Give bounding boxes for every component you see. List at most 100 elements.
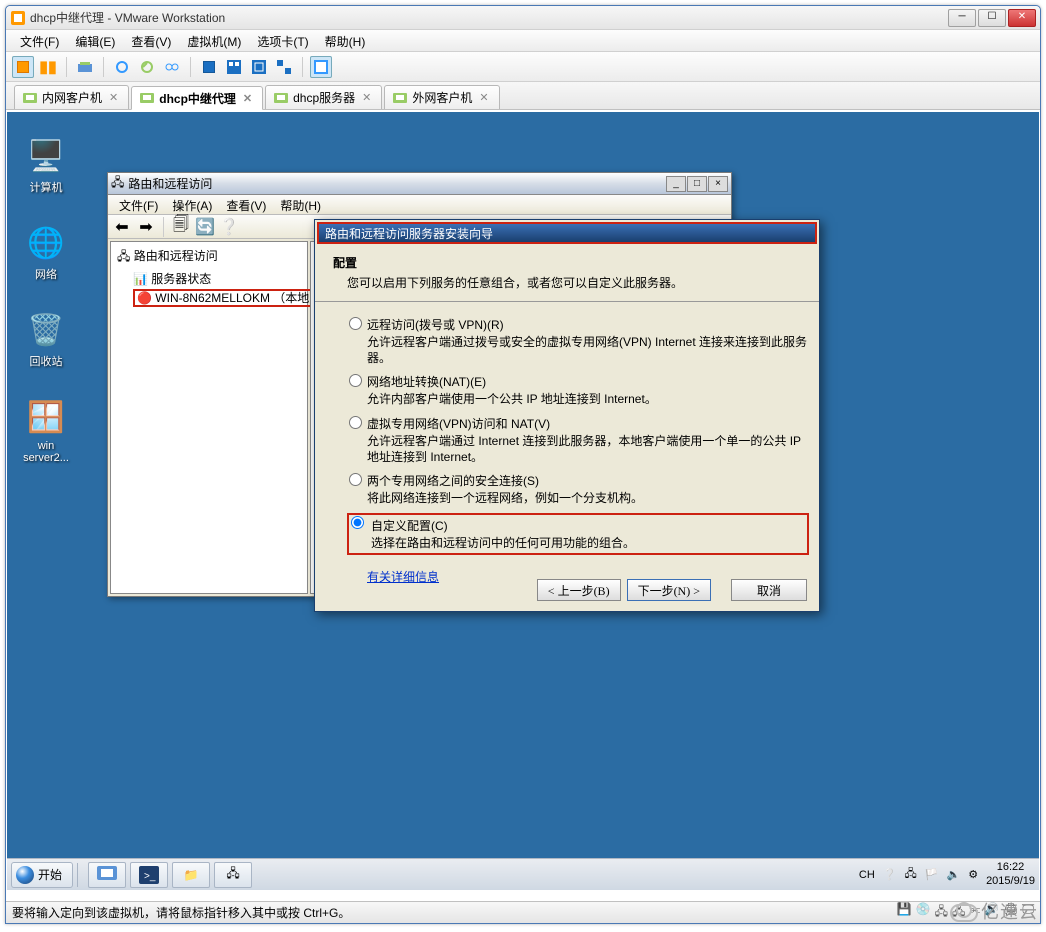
tab-close-icon[interactable]: ✕: [107, 91, 120, 104]
radio-vpnnat[interactable]: [349, 416, 362, 429]
tree-server-status[interactable]: 📊 服务器状态: [131, 269, 303, 288]
mmc-titlebar[interactable]: 🖧 路由和远程访问 _ □ ×: [108, 173, 731, 195]
vmware-titlebar: dhcp中继代理 - VMware Workstation ─ ☐ ✕: [6, 6, 1040, 30]
wizard-cancel-button[interactable]: 取消: [731, 579, 807, 601]
wizard-option-custom[interactable]: 自定义配置(C) 选择在路由和远程访问中的任何可用功能的组合。: [347, 513, 809, 555]
mmc-help-button[interactable]: ❔: [218, 216, 240, 238]
start-button[interactable]: 开始: [11, 862, 73, 888]
wizard-option-vpnnat[interactable]: 虚拟专用网络(VPN)访问和 NAT(V) 允许远程客户端通过 Internet…: [367, 415, 809, 465]
tab-close-icon[interactable]: ✕: [477, 91, 490, 104]
tb-view-thumbnail[interactable]: [223, 56, 245, 78]
desktop-icon-winserver[interactable]: 🪟win server2...: [15, 397, 77, 464]
wizard-next-button[interactable]: 下一步(N) >: [627, 579, 711, 601]
vm-tab-1[interactable]: dhcp中继代理✕: [131, 86, 263, 110]
wizard-title: 路由和远程访问服务器安装向导: [317, 222, 817, 244]
tray-clock[interactable]: 16:222015/9/19: [986, 861, 1035, 887]
vmware-close-button[interactable]: ✕: [1008, 9, 1036, 27]
vmware-title: dhcp中继代理 - VMware Workstation: [30, 9, 948, 26]
vm-tab-3[interactable]: 外网客户机✕: [384, 85, 499, 109]
mmc-tree[interactable]: 🖧 路由和远程访问 📊 服务器状态 🔴 WIN-8N62MELLOKM （本地）: [110, 241, 308, 594]
mmc-maximize-button[interactable]: □: [687, 176, 707, 192]
windows-icon: 🪟: [23, 397, 69, 437]
tb-library[interactable]: [74, 56, 96, 78]
menu-file[interactable]: 文件(F): [12, 30, 67, 51]
system-tray: CH ❔ 🖧 🏳️ 🔈 ⚙ 16:222015/9/19: [859, 861, 1035, 887]
taskbar-powershell[interactable]: >_: [130, 862, 168, 888]
radio-nat[interactable]: [349, 374, 362, 387]
wizard-dialog: 路由和远程访问服务器安装向导 配置 您可以启用下列服务的任意组合，或者您可以自定…: [314, 219, 820, 612]
menu-tabs[interactable]: 选项卡(T): [249, 30, 316, 51]
mmc-close-button[interactable]: ×: [708, 176, 728, 192]
menu-edit[interactable]: 编辑(E): [67, 30, 123, 51]
vmware-icon: [10, 10, 26, 26]
wizard-more-link[interactable]: 有关详细信息: [367, 568, 439, 585]
tree-root[interactable]: 🖧 路由和远程访问: [115, 246, 303, 269]
watermark: 亿速云: [950, 898, 1038, 924]
vmware-maximize-button[interactable]: ☐: [978, 9, 1006, 27]
lang-indicator[interactable]: CH: [859, 869, 875, 881]
tb-unity[interactable]: [273, 56, 295, 78]
vmware-minimize-button[interactable]: ─: [948, 9, 976, 27]
desktop-icons: 🖥️计算机 🌐网络 🗑️回收站 🪟win server2...: [15, 136, 77, 464]
radio-secure[interactable]: [349, 473, 362, 486]
tab-close-icon[interactable]: ✕: [360, 91, 373, 104]
tray-network-icon[interactable]: 🖧: [905, 865, 917, 884]
mmc-menu-action[interactable]: 操作(A): [165, 195, 219, 214]
computer-icon: 🖥️: [23, 136, 69, 176]
tb-pause[interactable]: ▮▮: [37, 56, 59, 78]
mmc-back-button[interactable]: ⬅: [111, 216, 133, 238]
vm-tab-0[interactable]: 内网客户机✕: [14, 85, 129, 109]
mmc-menu-view[interactable]: 查看(V): [219, 195, 273, 214]
menu-view[interactable]: 查看(V): [123, 30, 179, 51]
vm-icon: [140, 91, 154, 105]
menu-help[interactable]: 帮助(H): [317, 30, 374, 51]
tb-fullscreen[interactable]: [248, 56, 270, 78]
menu-vm[interactable]: 虚拟机(M): [179, 30, 249, 51]
tb-view-console[interactable]: [198, 56, 220, 78]
wizard-back-button[interactable]: < 上一步(B): [537, 579, 621, 601]
tb-power-on[interactable]: [12, 56, 34, 78]
vm-icon: [393, 91, 407, 105]
vm-tab-2[interactable]: dhcp服务器✕: [265, 85, 382, 109]
vmware-tabs: 内网客户机✕ dhcp中继代理✕ dhcp服务器✕ 外网客户机✕: [6, 82, 1040, 110]
wizard-subheading: 您可以启用下列服务的任意组合，或者您可以自定义此服务器。: [347, 274, 801, 291]
taskbar-server-manager[interactable]: [88, 862, 126, 888]
tray-sound-icon[interactable]: 🔈: [946, 868, 960, 881]
wizard-option-nat[interactable]: 网络地址转换(NAT)(E) 允许内部客户端使用一个公共 IP 地址连接到 In…: [367, 373, 809, 407]
tb-snapshot-take[interactable]: [111, 56, 133, 78]
tray-device-icon[interactable]: ⚙: [968, 868, 978, 881]
mmc-properties-button[interactable]: 🗐: [170, 216, 192, 238]
tb-snapshot-revert[interactable]: [136, 56, 158, 78]
dev-net1-icon[interactable]: 🖧: [935, 902, 948, 923]
tree-server-local[interactable]: 🔴 WIN-8N62MELLOKM （本地）: [131, 288, 303, 307]
mmc-title-text: 路由和远程访问: [128, 175, 665, 192]
radio-remote[interactable]: [349, 317, 362, 330]
guest-desktop[interactable]: 🖥️计算机 🌐网络 🗑️回收站 🪟win server2... 🖧 路由和远程访…: [7, 112, 1039, 890]
svg-text:>_: >_: [144, 871, 156, 882]
vm-icon: [274, 91, 288, 105]
mmc-menu-help[interactable]: 帮助(H): [273, 195, 328, 214]
vmware-status-msg: 要将输入定向到该虚拟机，请将鼠标指针移入其中或按 Ctrl+G。: [12, 904, 897, 921]
tb-stretch[interactable]: [310, 56, 332, 78]
taskbar-explorer[interactable]: 📁: [172, 862, 210, 888]
desktop-icon-recycle[interactable]: 🗑️回收站: [15, 310, 77, 369]
radio-custom[interactable]: [351, 516, 364, 529]
mmc-app-icon: 🖧: [111, 173, 124, 194]
vmware-window: dhcp中继代理 - VMware Workstation ─ ☐ ✕ 文件(F…: [5, 5, 1041, 924]
vmware-statusbar: 要将输入定向到该虚拟机，请将鼠标指针移入其中或按 Ctrl+G。 💾 💿 🖧 🖧…: [6, 901, 1040, 923]
dev-hdd-icon[interactable]: 💾: [897, 902, 912, 923]
dev-cd-icon[interactable]: 💿: [916, 902, 931, 923]
desktop-icon-network[interactable]: 🌐网络: [15, 223, 77, 282]
desktop-icon-computer[interactable]: 🖥️计算机: [15, 136, 77, 195]
mmc-menu-file[interactable]: 文件(F): [112, 195, 165, 214]
tray-help-icon[interactable]: ❔: [883, 868, 897, 881]
mmc-refresh-button[interactable]: 🔄: [194, 216, 216, 238]
tray-flag-icon[interactable]: 🏳️: [925, 868, 939, 881]
mmc-forward-button[interactable]: ➡: [135, 216, 157, 238]
wizard-option-remote[interactable]: 远程访问(拨号或 VPN)(R) 允许远程客户端通过拨号或安全的虚拟专用网络(V…: [367, 316, 809, 366]
tab-close-icon[interactable]: ✕: [241, 92, 254, 105]
taskbar-rras[interactable]: 🖧: [214, 862, 252, 888]
tb-snapshot-manager[interactable]: [161, 56, 183, 78]
mmc-minimize-button[interactable]: _: [666, 176, 686, 192]
wizard-option-secure[interactable]: 两个专用网络之间的安全连接(S) 将此网络连接到一个远程网络，例如一个分支机构。: [367, 472, 809, 506]
